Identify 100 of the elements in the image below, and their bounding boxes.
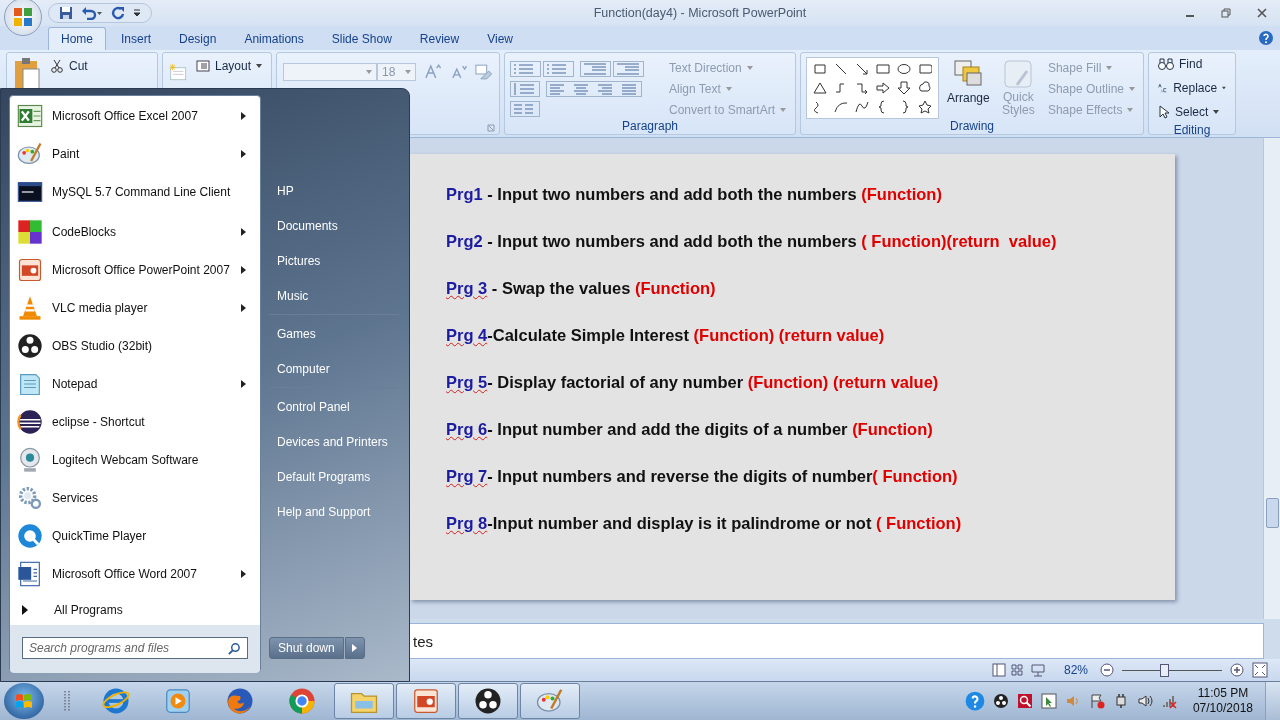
program-item[interactable]: VLC media player (10, 289, 260, 327)
program-item[interactable]: QuickTime Player (10, 517, 260, 555)
ribbon-command[interactable]: Replace (1155, 79, 1229, 97)
scissors-icon[interactable] (50, 59, 64, 73)
triangle-icon[interactable] (22, 605, 28, 615)
start-menu-link[interactable]: Pictures (269, 243, 399, 278)
replace-icon[interactable] (1158, 81, 1169, 95)
start-menu-link[interactable]: Control Panel (269, 389, 399, 424)
network-icon[interactable] (1160, 693, 1177, 709)
shape-icon[interactable] (855, 100, 869, 114)
binoculars-icon[interactable] (1158, 57, 1174, 71)
ribbon-command[interactable]: Find (1155, 55, 1229, 73)
ribbon-tab[interactable]: Insert (108, 27, 165, 50)
shape-icon[interactable] (897, 62, 911, 76)
all-programs-item[interactable]: All Programs (10, 595, 260, 625)
cursor-icon[interactable] (1158, 105, 1170, 119)
program-item[interactable]: Services (10, 479, 260, 517)
shape-icon[interactable] (897, 81, 911, 95)
restore-icon[interactable] (1221, 8, 1231, 18)
program-item[interactable]: OBS Studio (32bit) (10, 327, 260, 365)
ribbon-tab[interactable]: Design (166, 27, 230, 50)
arrange-button[interactable]: Arrange (945, 57, 992, 120)
submenu-arrow-icon[interactable] (241, 266, 246, 274)
shape-icon[interactable] (855, 62, 869, 76)
program-item[interactable]: Paint (10, 135, 260, 173)
shut-down-options-button[interactable] (344, 637, 365, 659)
play-icon[interactable] (163, 686, 193, 716)
start-menu-link[interactable]: Documents (269, 208, 399, 243)
start-button[interactable] (4, 683, 44, 719)
fox-globe-icon[interactable] (225, 686, 255, 716)
shapes-gallery[interactable] (806, 57, 939, 119)
program-item[interactable]: Notepad (10, 365, 260, 403)
submenu-arrow-icon[interactable] (241, 150, 246, 158)
shape-icon[interactable] (834, 62, 848, 76)
start-menu-link[interactable]: Computer (269, 351, 399, 386)
close-icon[interactable] (1257, 8, 1267, 18)
ribbon-tab[interactable]: Home (48, 27, 106, 50)
ribbon-tab[interactable]: Slide Show (318, 27, 405, 50)
submenu-arrow-icon[interactable] (241, 380, 246, 388)
browser-e-icon[interactable] (101, 686, 131, 716)
submenu-arrow-icon[interactable] (241, 304, 246, 312)
layout-icon[interactable] (195, 60, 210, 72)
program-item[interactable]: CodeBlocks (10, 213, 260, 251)
program-item[interactable]: MySQL 5.7 Command Line Client (10, 173, 260, 211)
dialog-launcher-icon[interactable] (487, 124, 495, 132)
start-menu-link[interactable]: Games (269, 316, 399, 351)
caret-icon[interactable] (1213, 110, 1220, 114)
flag-logo-icon[interactable] (14, 691, 34, 711)
ribbon-tab[interactable]: View (474, 27, 526, 50)
customize-caret-icon[interactable] (133, 9, 141, 17)
help-icon[interactable] (1258, 30, 1274, 46)
shape-icon[interactable] (813, 81, 827, 95)
ribbon-command[interactable]: Select (1155, 103, 1229, 121)
flag-icon[interactable] (1088, 693, 1105, 709)
program-item[interactable]: Microsoft Office PowerPoint 2007 (10, 251, 260, 289)
presentation-icon[interactable] (411, 686, 441, 716)
caret-icon[interactable] (256, 64, 262, 68)
stacked-shapes-icon[interactable] (953, 59, 984, 89)
clock[interactable]: 11:05 PM 07/10/2018 (1192, 686, 1253, 716)
zoom-in-icon[interactable] (1230, 663, 1244, 677)
program-item[interactable]: eclipse - Shortcut (10, 403, 260, 441)
search-field[interactable]: Search programs and files (22, 637, 248, 659)
program-item[interactable]: Microsoft Office Excel 2007 (10, 97, 260, 135)
fit-window-icon[interactable] (1252, 662, 1268, 678)
chrome-icon[interactable] (287, 686, 317, 716)
program-item[interactable]: Logitech Webcam Software (10, 441, 260, 479)
taskbar-app-button[interactable] (458, 683, 518, 719)
zoom-out-icon[interactable] (1100, 663, 1114, 677)
submenu-arrow-icon[interactable] (241, 570, 246, 578)
help-icon[interactable] (964, 691, 985, 711)
start-menu-link[interactable]: HP (269, 173, 399, 208)
shape-icon[interactable] (855, 81, 869, 95)
start-menu-link[interactable]: Devices and Printers (269, 424, 399, 459)
font-name-field[interactable] (283, 63, 377, 81)
ribbon-tab[interactable]: Animations (231, 27, 317, 50)
cut-button[interactable]: Cut (47, 57, 91, 75)
redo-icon[interactable] (111, 6, 125, 20)
save-icon[interactable] (59, 6, 73, 20)
magnifier-icon[interactable] (1016, 693, 1033, 709)
circle-logo-icon[interactable] (473, 686, 503, 716)
volume-icon[interactable] (1136, 693, 1153, 709)
vertical-scrollbar[interactable] (1263, 138, 1280, 619)
start-menu-link[interactable]: Music (269, 278, 399, 313)
arrow-icon[interactable] (352, 644, 358, 652)
shut-down-button[interactable]: Shut down (269, 637, 344, 659)
program-item[interactable]: Microsoft Office Word 2007 (10, 555, 260, 593)
office-button[interactable] (4, 0, 42, 36)
shape-icon[interactable] (918, 100, 932, 114)
circle-logo-icon[interactable] (992, 693, 1009, 709)
shape-icon[interactable] (918, 81, 932, 95)
zoom-level[interactable]: 82% (1063, 663, 1088, 677)
zoom-slider-thumb[interactable] (1160, 664, 1169, 677)
squares-logo-icon[interactable] (11, 5, 35, 29)
ribbon-tab[interactable]: Review (406, 27, 473, 50)
submenu-arrow-icon[interactable] (241, 228, 246, 236)
search-icon[interactable] (228, 642, 241, 655)
layout-button[interactable]: Layout (192, 57, 265, 75)
submenu-arrow-icon[interactable] (241, 112, 246, 120)
caret-icon[interactable] (1222, 86, 1226, 90)
undo-icon[interactable] (81, 6, 103, 20)
